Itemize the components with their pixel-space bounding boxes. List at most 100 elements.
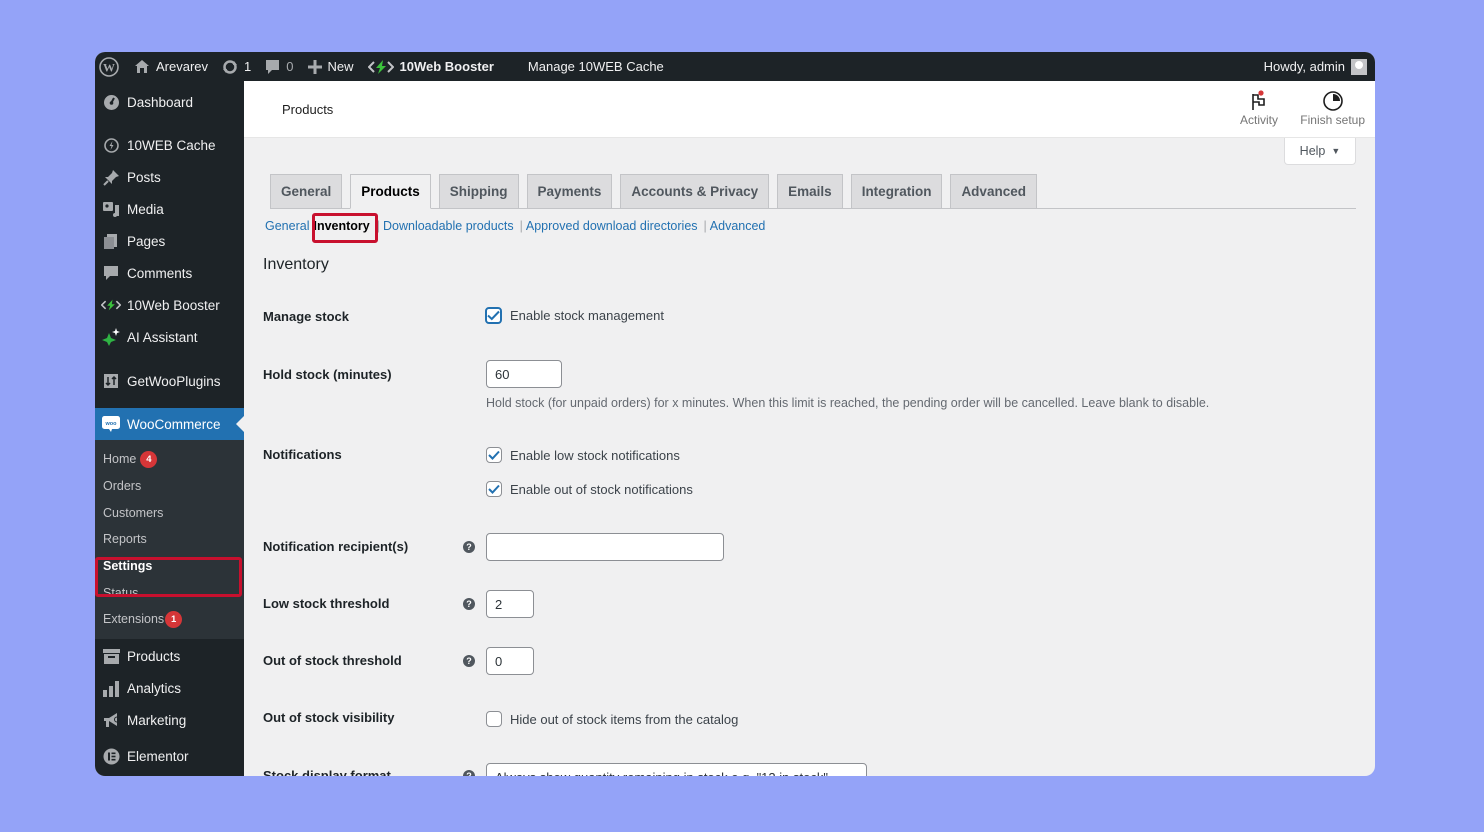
flag-icon (1250, 89, 1268, 113)
submenu-item-status[interactable]: Status (95, 579, 244, 606)
sidebar-item-media[interactable]: Media (95, 193, 244, 225)
home-icon (134, 59, 150, 74)
woocommerce-submenu: Home 4 Orders Customers Reports Settings… (95, 440, 244, 639)
hold-stock-description: Hold stock (for unpaid orders) for x min… (486, 396, 1210, 410)
notifications-label: Notifications (263, 447, 342, 462)
sidebar-item-comments[interactable]: Comments (95, 257, 244, 289)
help-button[interactable]: Help ▼ (1284, 138, 1356, 165)
out-of-stock-notifications-checkbox[interactable]: Enable out of stock notifications (486, 481, 693, 497)
wordpress-logo-button[interactable]: W (95, 52, 127, 81)
account-menu[interactable]: Howdy, admin (1257, 52, 1375, 81)
sidebar-item-dashboard[interactable]: Dashboard (95, 86, 244, 118)
sidebar-item-ai-assistant[interactable]: AI Assistant (95, 321, 244, 353)
submenu-item-extensions[interactable]: Extensions 1 (95, 606, 244, 633)
select-value: Always show quantity remaining in stock … (495, 770, 828, 777)
subtab-general[interactable]: General (265, 219, 309, 233)
help-tip-icon[interactable]: ? (463, 655, 475, 667)
sidebar-item-10web-cache[interactable]: 10WEB Cache (95, 129, 244, 161)
help-tip-icon[interactable]: ? (463, 770, 475, 776)
activity-button[interactable]: Activity (1240, 89, 1278, 127)
plugins-icon (101, 371, 121, 391)
help-tip-icon[interactable]: ? (463, 541, 475, 553)
sidebar-item-analytics[interactable]: Analytics (95, 673, 244, 705)
comment-icon (101, 263, 121, 283)
new-label: New (327, 59, 354, 74)
checkbox-checked (485, 307, 502, 324)
booster-label: 10Web Booster (399, 59, 494, 74)
tab-general[interactable]: General (270, 174, 343, 208)
sidebar-label: Products (127, 649, 181, 665)
site-name-link[interactable]: Arevarev (127, 52, 215, 81)
sidebar-label: Pages (127, 233, 166, 249)
notification-recipient-input[interactable] (486, 533, 724, 561)
tab-accounts-privacy[interactable]: Accounts & Privacy (620, 174, 770, 208)
sparkle-icon (101, 327, 121, 347)
settings-tabs: General Products Shipping Payments Accou… (270, 174, 1356, 209)
submenu-label: Extensions (103, 612, 165, 627)
10web-booster-link[interactable]: 10Web Booster (361, 52, 501, 81)
sidebar-label: 10Web Booster (127, 297, 220, 313)
tab-products[interactable]: Products (350, 174, 431, 209)
submenu-item-orders[interactable]: Orders (95, 473, 244, 500)
finish-setup-button[interactable]: Finish setup (1300, 89, 1365, 127)
manage-cache-link[interactable]: Manage 10WEB Cache (521, 52, 671, 81)
sidebar-label: GetWooPlugins (127, 373, 221, 389)
enable-stock-management-checkbox[interactable]: Enable stock management (485, 307, 664, 324)
tab-integration[interactable]: Integration (850, 174, 943, 208)
submenu-item-customers[interactable]: Customers (95, 499, 244, 526)
subtab-inventory[interactable]: Inventory (309, 219, 373, 233)
sidebar-item-pages[interactable]: Pages (95, 225, 244, 257)
sidebar-label: Analytics (127, 681, 182, 697)
submenu-label: Customers (103, 505, 164, 520)
sidebar-item-woocommerce[interactable]: woo WooCommerce (95, 408, 244, 440)
submenu-label: Orders (103, 479, 142, 494)
separator: | (703, 219, 707, 233)
sidebar-item-marketing[interactable]: Marketing (95, 705, 244, 737)
notification-recipient-label: Notification recipient(s) (263, 539, 409, 554)
checkbox-checked (486, 481, 502, 497)
tab-payments[interactable]: Payments (526, 174, 613, 208)
sidebar-item-products[interactable]: Products (95, 641, 244, 673)
low-stock-threshold-input[interactable]: 2 (486, 590, 534, 618)
sidebar-item-elementor[interactable]: Elementor (95, 741, 244, 773)
new-content-link[interactable]: New (301, 52, 361, 81)
input-value: 2 (495, 596, 503, 612)
submenu-item-home[interactable]: Home 4 (95, 446, 244, 473)
checkbox-checked (486, 447, 502, 463)
checkbox-unchecked (486, 711, 502, 727)
tab-emails[interactable]: Emails (777, 174, 843, 208)
comments-link[interactable]: 0 (258, 52, 300, 81)
activity-label: Activity (1239, 113, 1278, 127)
low-stock-threshold-label: Low stock threshold (263, 596, 390, 611)
cache-icon (101, 135, 121, 155)
tab-label: Shipping (449, 184, 508, 199)
stock-display-format-select[interactable]: Always show quantity remaining in stock … (486, 763, 867, 776)
finish-setup-label: Finish setup (1300, 113, 1365, 127)
low-stock-notifications-checkbox[interactable]: Enable low stock notifications (486, 447, 680, 463)
tab-advanced[interactable]: Advanced (950, 174, 1037, 208)
bar-chart-icon (101, 679, 121, 699)
sidebar-item-posts[interactable]: Posts (95, 161, 244, 193)
hold-stock-input[interactable]: 60 (486, 360, 562, 388)
checkbox-label: Enable low stock notifications (510, 447, 680, 463)
submenu-item-reports[interactable]: Reports (95, 526, 244, 553)
howdy-text: Howdy, admin (1263, 59, 1345, 74)
subtab-downloadable-products[interactable]: Downloadable products (383, 219, 514, 233)
out-of-stock-threshold-input[interactable]: 0 (486, 647, 534, 675)
tab-shipping[interactable]: Shipping (438, 174, 519, 208)
sidebar-item-getwooplugins[interactable]: GetWooPlugins (95, 365, 244, 397)
subtab-advanced[interactable]: Advanced (710, 219, 766, 233)
out-of-stock-visibility-label: Out of stock visibility (263, 710, 395, 725)
updates-link[interactable]: 1 (215, 52, 258, 81)
subtab-approved-download-directories[interactable]: Approved download directories (526, 219, 698, 233)
sidebar-item-10web-booster[interactable]: 10Web Booster (95, 289, 244, 321)
sidebar-label: WooCommerce (127, 416, 221, 432)
tab-label: Advanced (961, 184, 1026, 199)
tab-label: Emails (788, 184, 832, 199)
tab-label: General (281, 184, 332, 199)
svg-text:W: W (103, 60, 115, 74)
svg-text:woo: woo (105, 421, 118, 427)
submenu-item-settings[interactable]: Settings (95, 553, 244, 580)
help-tip-icon[interactable]: ? (463, 598, 475, 610)
hide-out-of-stock-checkbox[interactable]: Hide out of stock items from the catalog (486, 711, 738, 727)
